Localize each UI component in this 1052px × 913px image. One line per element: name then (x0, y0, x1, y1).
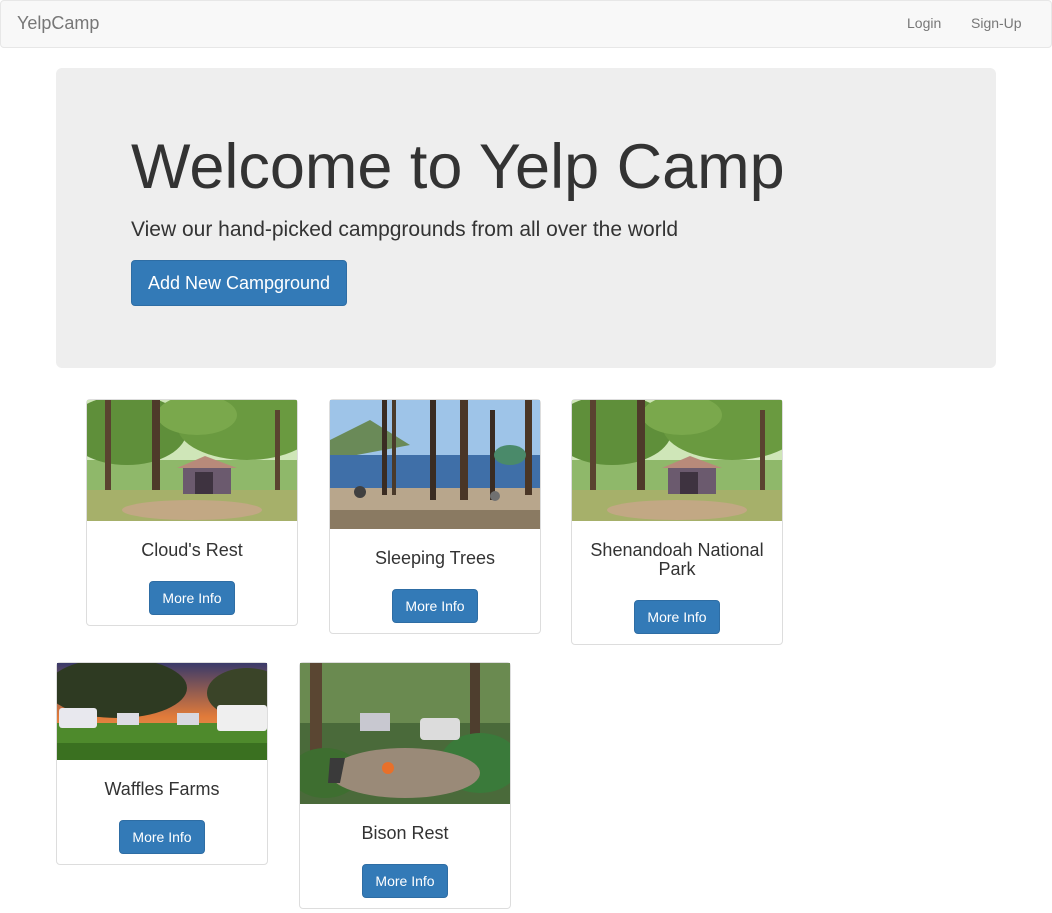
campground-image[interactable] (57, 663, 267, 760)
campground-card: Cloud's Rest More Info (86, 399, 298, 626)
card-caption: Bison Rest More Info (300, 804, 510, 908)
page-subtitle: View our hand-picked campgrounds from al… (131, 218, 679, 241)
more-info-button[interactable]: More Info (119, 820, 205, 854)
campground-name: Waffles Farms (104, 779, 220, 799)
campground-image[interactable] (300, 663, 510, 804)
campground-name: Shenandoah National Park (590, 540, 764, 579)
campground-card: Waffles Farms More Info (56, 662, 268, 865)
campground-image[interactable] (330, 400, 540, 529)
campground-name: Sleeping Trees (374, 548, 496, 568)
card-caption: Shenandoah National Park More Info (572, 521, 782, 644)
campground-name: Cloud's Rest (141, 540, 243, 560)
campground-image[interactable] (572, 400, 782, 521)
jumbotron: Welcome to Yelp Camp View our hand-picke… (56, 68, 996, 368)
more-info-button[interactable]: More Info (634, 600, 720, 634)
login-link[interactable]: Login (907, 15, 941, 31)
more-info-button[interactable]: More Info (149, 581, 235, 615)
card-caption: Sleeping Trees More Info (330, 529, 540, 633)
card-caption: Cloud's Rest More Info (87, 521, 297, 625)
navbar: YelpCamp Login Sign-Up (0, 0, 1052, 48)
page-title: Welcome to Yelp Camp (131, 132, 785, 202)
campground-card: Shenandoah National Park More Info (571, 399, 783, 645)
campground-name: Bison Rest (361, 823, 449, 843)
more-info-button[interactable]: More Info (392, 589, 478, 623)
brand-link[interactable]: YelpCamp (17, 13, 99, 34)
campground-card: Bison Rest More Info (299, 662, 511, 909)
more-info-button[interactable]: More Info (362, 864, 448, 898)
card-caption: Waffles Farms More Info (57, 760, 267, 864)
campground-card: Sleeping Trees More Info (329, 399, 541, 634)
add-campground-button[interactable]: Add New Campground (131, 260, 347, 306)
campground-image[interactable] (87, 400, 297, 521)
signup-link[interactable]: Sign-Up (971, 15, 1022, 31)
